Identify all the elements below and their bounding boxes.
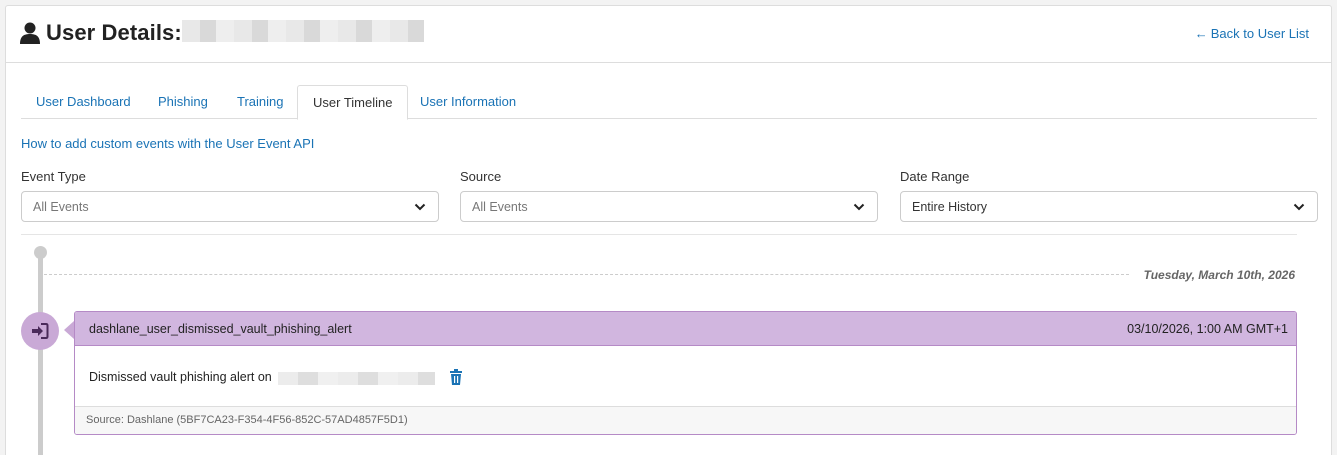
timeline-line [38,250,43,455]
source-value: All Events [472,200,528,214]
source-label: Source [460,169,502,184]
event-type-badge [21,312,59,350]
panel-header: User Details: ← Back to User List [6,6,1331,63]
event-type-value: All Events [33,200,89,214]
filters-divider [21,234,1297,235]
page-title: User Details: [46,20,182,45]
chevron-down-icon [853,203,865,211]
event-pointer [64,321,74,339]
tab-user-timeline[interactable]: User Timeline [297,85,409,120]
back-to-user-list-link[interactable]: ← Back to User List [1195,26,1309,41]
back-link-label: Back to User List [1210,26,1309,41]
event-timestamp: 03/10/2026, 1:00 AM GMT+1 [1127,322,1288,336]
user-event-api-link[interactable]: How to add custom events with the User E… [21,136,314,151]
tab-user-information[interactable]: User Information [405,85,531,119]
tab-training[interactable]: Training [222,85,298,119]
trash-icon[interactable] [449,369,463,385]
event-type-label: Event Type [21,169,86,184]
redacted-user-name [182,20,424,42]
tab-user-dashboard[interactable]: User Dashboard [21,85,146,119]
tab-bar: User Dashboard Phishing Training User Ti… [21,85,1317,120]
arrow-left-icon: ← [1194,26,1208,41]
event-header: dashlane_user_dismissed_vault_phishing_a… [75,312,1296,346]
event-name: dashlane_user_dismissed_vault_phishing_a… [89,322,352,336]
event-description: Dismissed vault phishing alert on [89,370,272,384]
event-footer: Source: Dashlane (5BF7CA23-F354-4F56-852… [75,406,1296,434]
timeline-event-card: dashlane_user_dismissed_vault_phishing_a… [74,311,1297,435]
timeline-date-label: Tuesday, March 10th, 2026 [1143,268,1295,282]
event-type-select[interactable]: All Events [21,191,439,222]
redacted-event-target [278,372,435,385]
source-select[interactable]: All Events [460,191,878,222]
user-details-panel: User Details: ← Back to User List User Da… [5,5,1332,455]
chevron-down-icon [414,203,426,211]
chevron-down-icon [1293,203,1305,211]
date-separator [44,274,1129,275]
sign-in-icon [32,323,49,339]
user-icon [20,22,40,44]
date-range-value: Entire History [912,200,988,214]
event-source: Source: Dashlane (5BF7CA23-F354-4F56-852… [86,414,408,426]
date-range-select[interactable]: Entire History [900,191,1318,222]
timeline-start-dot [34,246,47,259]
tab-phishing[interactable]: Phishing [143,85,223,119]
date-range-label: Date Range [900,169,970,184]
